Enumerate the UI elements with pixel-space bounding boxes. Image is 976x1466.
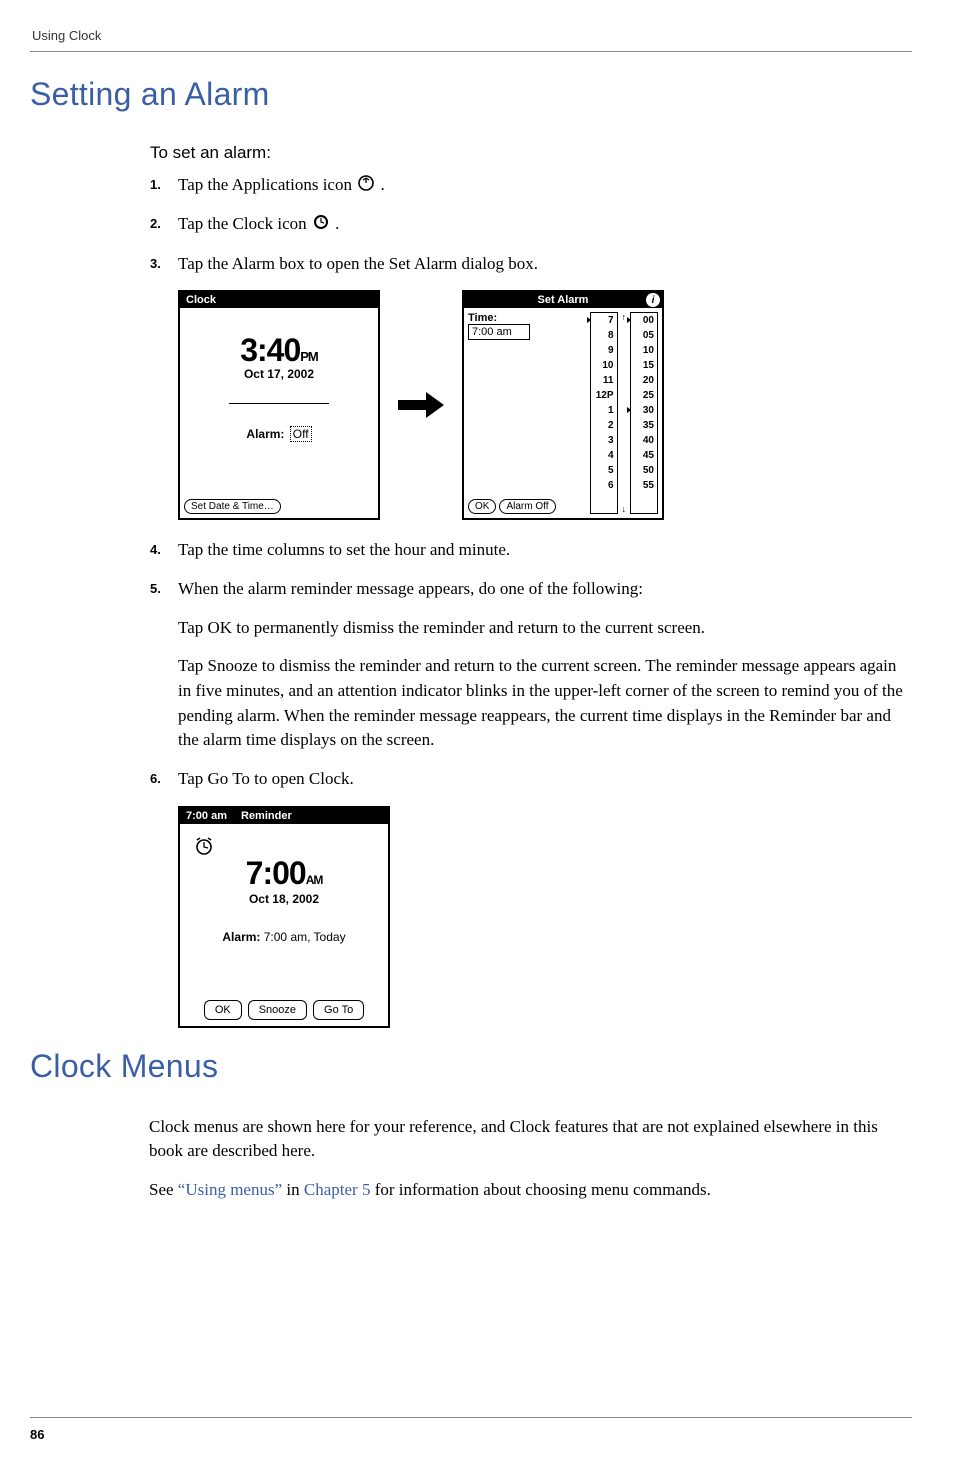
step-text: Tap the Applications icon <box>178 175 356 194</box>
reminder-titlebar: 7:00 am Reminder <box>180 808 388 824</box>
clock-icon <box>313 213 329 238</box>
set-alarm-screen: Set Alarm i Time: 7:00 am OK Alarm Off 7… <box>462 290 664 520</box>
reminder-date: Oct 18, 2002 <box>180 892 388 906</box>
snooze-button[interactable]: Snooze <box>248 1000 307 1020</box>
body-paragraph: See “Using menus” in Chapter 5 for infor… <box>149 1178 912 1203</box>
alarm-field[interactable]: Alarm: Off <box>246 426 311 442</box>
step-text: Tap the Clock icon <box>178 214 311 233</box>
header-rule <box>30 51 912 52</box>
step-3: 3. Tap the Alarm box to open the Set Ala… <box>150 252 912 277</box>
minute-column[interactable]: 00 05 10 15 20 25 30 35 40 45 50 55 <box>630 312 658 514</box>
step-text: When the alarm reminder message appears,… <box>178 577 912 602</box>
set-alarm-titlebar: Set Alarm i <box>464 292 662 308</box>
clock-divider <box>229 403 329 404</box>
subsection-to-set-alarm: To set an alarm: <box>150 143 912 163</box>
step-number: 3. <box>150 252 178 277</box>
hour-down-icon[interactable]: ↓ <box>622 504 627 514</box>
clock-date: Oct 17, 2002 <box>244 367 314 381</box>
hour-up-icon[interactable]: ↑ <box>622 312 627 322</box>
ok-button[interactable]: OK <box>204 1000 242 1020</box>
step-4: 4. Tap the time columns to set the hour … <box>150 538 912 563</box>
info-icon[interactable]: i <box>646 293 660 307</box>
step-text: Tap Go To to open Clock. <box>178 767 912 792</box>
link-chapter-5[interactable]: Chapter 5 <box>304 1180 371 1199</box>
hour-column[interactable]: 7 8 9 10 11 12P 1 2 3 4 5 6 <box>590 312 618 514</box>
step-text-after: . <box>380 175 384 194</box>
page-header: Using Clock <box>32 28 912 43</box>
step-6: 6. Tap Go To to open Clock. <box>150 767 912 792</box>
alarm-value-box[interactable]: Off <box>290 426 312 442</box>
time-label: Time: <box>468 312 586 324</box>
applications-icon <box>358 174 374 199</box>
goto-button[interactable]: Go To <box>313 1000 364 1020</box>
step-text: Tap the time columns to set the hour and… <box>178 538 912 563</box>
section-title-clock-menus: Clock Menus <box>30 1048 912 1085</box>
alarm-off-button[interactable]: Alarm Off <box>499 499 555 514</box>
link-using-menus[interactable]: “Using menus” <box>178 1180 282 1199</box>
reminder-alarm-line: Alarm: 7:00 am, Today <box>180 930 388 944</box>
step-text: Tap OK to permanently dismiss the remind… <box>178 616 912 641</box>
step-text-after: . <box>335 214 339 233</box>
clock-time-display: 3:40PM <box>240 332 318 369</box>
step-1: 1. Tap the Applications icon . <box>150 173 912 198</box>
figure-clock-to-setalarm: Clock 3:40PM Oct 17, 2002 Alarm: Off Set… <box>178 290 912 520</box>
step-number: 5. <box>150 577 178 753</box>
body-paragraph: Clock menus are shown here for your refe… <box>149 1115 912 1164</box>
figure-reminder: 7:00 am Reminder 7:00AM Oct 18, 2002 Ala… <box>178 806 912 1028</box>
clock-screen: Clock 3:40PM Oct 17, 2002 Alarm: Off Set… <box>178 290 380 520</box>
step-number: 1. <box>150 173 178 198</box>
set-date-time-button[interactable]: Set Date & Time… <box>184 499 281 514</box>
section-title-setting-alarm: Setting an Alarm <box>30 76 912 113</box>
arrow-right-icon <box>398 390 444 420</box>
step-number: 2. <box>150 212 178 237</box>
time-field[interactable]: 7:00 am <box>468 324 530 340</box>
step-number: 6. <box>150 767 178 792</box>
step-text: Tap the Alarm box to open the Set Alarm … <box>178 252 912 277</box>
reminder-screen: 7:00 am Reminder 7:00AM Oct 18, 2002 Ala… <box>178 806 390 1028</box>
step-number: 4. <box>150 538 178 563</box>
step-2: 2. Tap the Clock icon . <box>150 212 912 237</box>
step-5: 5. When the alarm reminder message appea… <box>150 577 912 753</box>
footer-rule <box>30 1417 912 1418</box>
step-text: Tap Snooze to dismiss the reminder and r… <box>178 654 912 753</box>
clock-titlebar: Clock <box>180 292 378 308</box>
page-number: 86 <box>30 1427 44 1442</box>
ok-button[interactable]: OK <box>468 499 496 514</box>
